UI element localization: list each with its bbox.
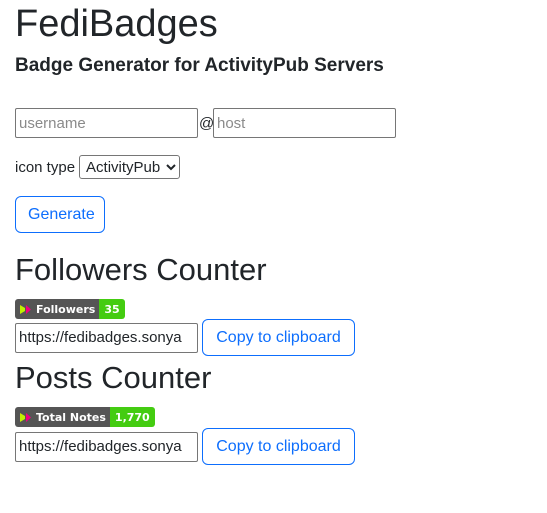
- icon-type-label: icon type: [15, 158, 76, 176]
- at-sign: @: [199, 114, 215, 132]
- followers-badge-label-part: Followers: [15, 299, 100, 319]
- copy-posts-button[interactable]: Copy to clipboard: [202, 428, 355, 465]
- icon-type-row: icon type ActivityPub: [15, 155, 181, 179]
- posts-heading: Posts Counter: [15, 360, 212, 395]
- username-input[interactable]: [15, 108, 198, 138]
- host-input[interactable]: [213, 108, 396, 138]
- followers-badge-label: Followers: [36, 302, 96, 316]
- followers-url-row: Copy to clipboard: [15, 319, 355, 356]
- icon-type-select[interactable]: ActivityPub: [79, 155, 181, 179]
- posts-badge: Total Notes 1,770: [15, 407, 155, 427]
- posts-badge-value: 1,770: [109, 407, 155, 427]
- posts-url-field[interactable]: [15, 431, 198, 462]
- copy-followers-button[interactable]: Copy to clipboard: [202, 319, 355, 356]
- activitypub-icon: [20, 412, 31, 422]
- followers-heading: Followers Counter: [15, 252, 267, 287]
- posts-badge-label: Total Notes: [36, 410, 106, 424]
- generate-button[interactable]: Generate: [15, 196, 105, 233]
- activitypub-icon: [20, 304, 31, 314]
- account-row: @: [15, 108, 396, 138]
- posts-url-row: Copy to clipboard: [15, 428, 355, 465]
- followers-badge-value: 35: [99, 299, 125, 319]
- page-subtitle: Badge Generator for ActivityPub Servers: [15, 55, 384, 76]
- posts-badge-label-part: Total Notes: [15, 407, 110, 427]
- followers-url-field[interactable]: [15, 322, 198, 353]
- followers-badge: Followers 35: [15, 299, 125, 319]
- page-title: FediBadges: [15, 3, 218, 45]
